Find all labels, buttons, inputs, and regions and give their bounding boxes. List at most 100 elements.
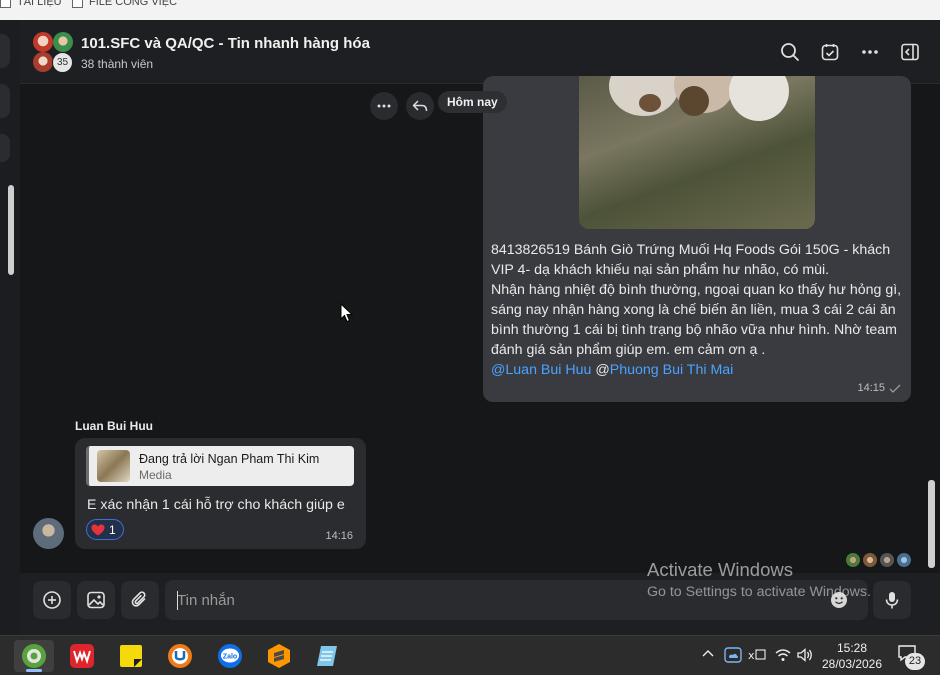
wifi-icon[interactable] (774, 647, 792, 666)
quote-title: Đang trả lời Ngan Pham Thi Kim (139, 452, 320, 466)
onedrive-icon[interactable] (724, 647, 742, 666)
seen-avatar[interactable] (845, 552, 861, 568)
member-count-badge: 35 (52, 52, 73, 73)
photo-detail (729, 76, 789, 121)
seen-avatar[interactable] (896, 552, 912, 568)
notification-center[interactable]: 23 (897, 644, 927, 670)
message-line: 8413826519 Bánh Giò Trứng Muối Hq Foods … (491, 242, 891, 278)
volume-icon[interactable] (796, 647, 814, 666)
wps-icon (70, 644, 94, 668)
clock-time: 15:28 (836, 641, 868, 655)
sidebar-tab[interactable] (0, 34, 10, 68)
search-icon[interactable] (778, 40, 802, 64)
incoming-message[interactable]: Đang trả lời Ngan Pham Thi Kim Media E x… (75, 438, 366, 549)
svg-text:ⅹ: ⅹ (748, 650, 755, 662)
taskbar-ultraviewer[interactable] (160, 640, 200, 672)
outgoing-message[interactable]: 8413826519 Bánh Giò Trứng Muối Hq Foods … (483, 76, 911, 402)
quote-thumbnail (97, 450, 130, 482)
image-icon (87, 591, 105, 609)
svg-text:Zalo: Zalo (223, 653, 237, 660)
clock-date: 28/03/2026 (821, 657, 883, 671)
message-timestamp: 14:16 (325, 530, 353, 542)
attach-button[interactable] (121, 581, 159, 619)
taskbar-sublime[interactable] (259, 640, 299, 672)
toggle-sidebar-icon[interactable] (898, 40, 922, 64)
taskbar-sticky-notes[interactable] (111, 640, 151, 672)
mention-link[interactable]: @Luan Bui Huu (491, 362, 591, 378)
add-button[interactable] (33, 581, 71, 619)
sidebar-scrollbar[interactable] (8, 185, 14, 275)
outgoing-message-text: 8413826519 Bánh Giò Trứng Muối Hq Foods … (491, 240, 909, 380)
incoming-message-text: E xác nhận 1 cái hỗ trợ cho khách giúp e (87, 497, 345, 513)
seen-avatar[interactable] (862, 552, 878, 568)
taskbar-zalo[interactable]: Zalo (210, 640, 250, 672)
plus-circle-icon (43, 591, 61, 609)
sidebar-tab[interactable] (0, 84, 10, 118)
activation-watermark-title: Activate Windows (647, 559, 793, 580)
desktop-checkbox-tailieu[interactable]: TÀI LIỆU (0, 0, 62, 8)
sidebar-tab[interactable] (0, 134, 10, 162)
taskbar-wps[interactable] (62, 640, 102, 672)
voice-button[interactable] (873, 581, 911, 619)
desktop-checkbox-file[interactable]: FILE CÔNG VIỆC (72, 0, 177, 8)
chat-header: 35 101.SFC và QA/QC - Tin nhanh hàng hóa… (20, 20, 940, 84)
paperclip-icon (131, 591, 146, 607)
taskbar-notepad[interactable] (308, 640, 348, 672)
taskbar-coccoc[interactable] (14, 640, 54, 672)
message-timestamp: 14:15 (857, 382, 901, 394)
reaction-badge[interactable]: 1 (86, 519, 124, 540)
member-count[interactable]: 38 thành viên (81, 57, 153, 71)
sent-check-icon (889, 384, 901, 393)
mouse-cursor-icon (340, 302, 354, 328)
group-avatar[interactable]: 35 (33, 32, 75, 74)
activation-watermark-subtitle: Go to Settings to activate Windows. (647, 584, 871, 600)
zalo-icon: Zalo (218, 644, 242, 668)
heart-icon (91, 524, 105, 535)
sender-avatar[interactable] (33, 518, 64, 549)
chat-window: 35 101.SFC và QA/QC - Tin nhanh hàng hóa… (20, 20, 940, 635)
reaction-count: 1 (109, 522, 116, 537)
checkbox-icon (0, 0, 11, 8)
reply-quote[interactable]: Đang trả lời Ngan Pham Thi Kim Media (86, 446, 354, 486)
active-indicator (26, 669, 42, 672)
checkbox-icon (72, 0, 83, 8)
mention-at: @ (591, 362, 610, 378)
sender-name[interactable]: Luan Bui Huu (75, 419, 153, 433)
text-caret (177, 591, 178, 610)
photo-detail (639, 94, 661, 112)
more-icon (377, 104, 391, 108)
member-avatar (33, 32, 53, 52)
tray-overflow-icon[interactable] (701, 647, 715, 664)
seen-avatar[interactable] (879, 552, 895, 568)
desktop-strip: TÀI LIỆU FILE CÔNG VIỆC (0, 0, 940, 20)
message-photo[interactable] (579, 76, 815, 229)
microphone-icon (885, 592, 899, 609)
message-input-bar (20, 573, 940, 635)
message-line: Nhận hàng nhiệt độ bình thường, ngoại qu… (491, 282, 902, 358)
chat-scrollbar[interactable] (928, 480, 935, 568)
input-method-icon[interactable]: ⅹ (748, 647, 766, 666)
notification-count: 23 (905, 653, 925, 670)
more-options-icon[interactable] (858, 40, 882, 64)
member-avatar (33, 52, 53, 72)
coccoc-icon (22, 644, 46, 668)
checkbox-label: FILE CÔNG VIỆC (89, 0, 178, 8)
photo-detail (679, 86, 709, 116)
notepad-icon (317, 646, 337, 666)
message-more-button[interactable] (370, 92, 398, 120)
checkbox-label: TÀI LIỆU (17, 0, 62, 8)
reply-icon (412, 100, 428, 112)
quote-type: Media (139, 468, 172, 482)
taskbar: Zalo ⅹ 15:28 28/03/2026 23 (0, 635, 940, 675)
task-calendar-icon[interactable] (818, 40, 842, 64)
mentions-line: @Luan Bui Huu @Phuong Bui Thi Mai (491, 360, 909, 380)
member-avatar (53, 32, 73, 52)
image-button[interactable] (77, 581, 115, 619)
ultraviewer-icon (168, 644, 192, 668)
reply-button[interactable] (406, 92, 434, 120)
taskbar-clock[interactable]: 15:28 28/03/2026 (820, 640, 884, 672)
mention-link[interactable]: Phuong Bui Thi Mai (610, 362, 734, 378)
time-label: 14:15 (857, 382, 885, 394)
chat-title[interactable]: 101.SFC và QA/QC - Tin nhanh hàng hóa (81, 35, 370, 52)
sublime-text-icon (268, 644, 290, 668)
